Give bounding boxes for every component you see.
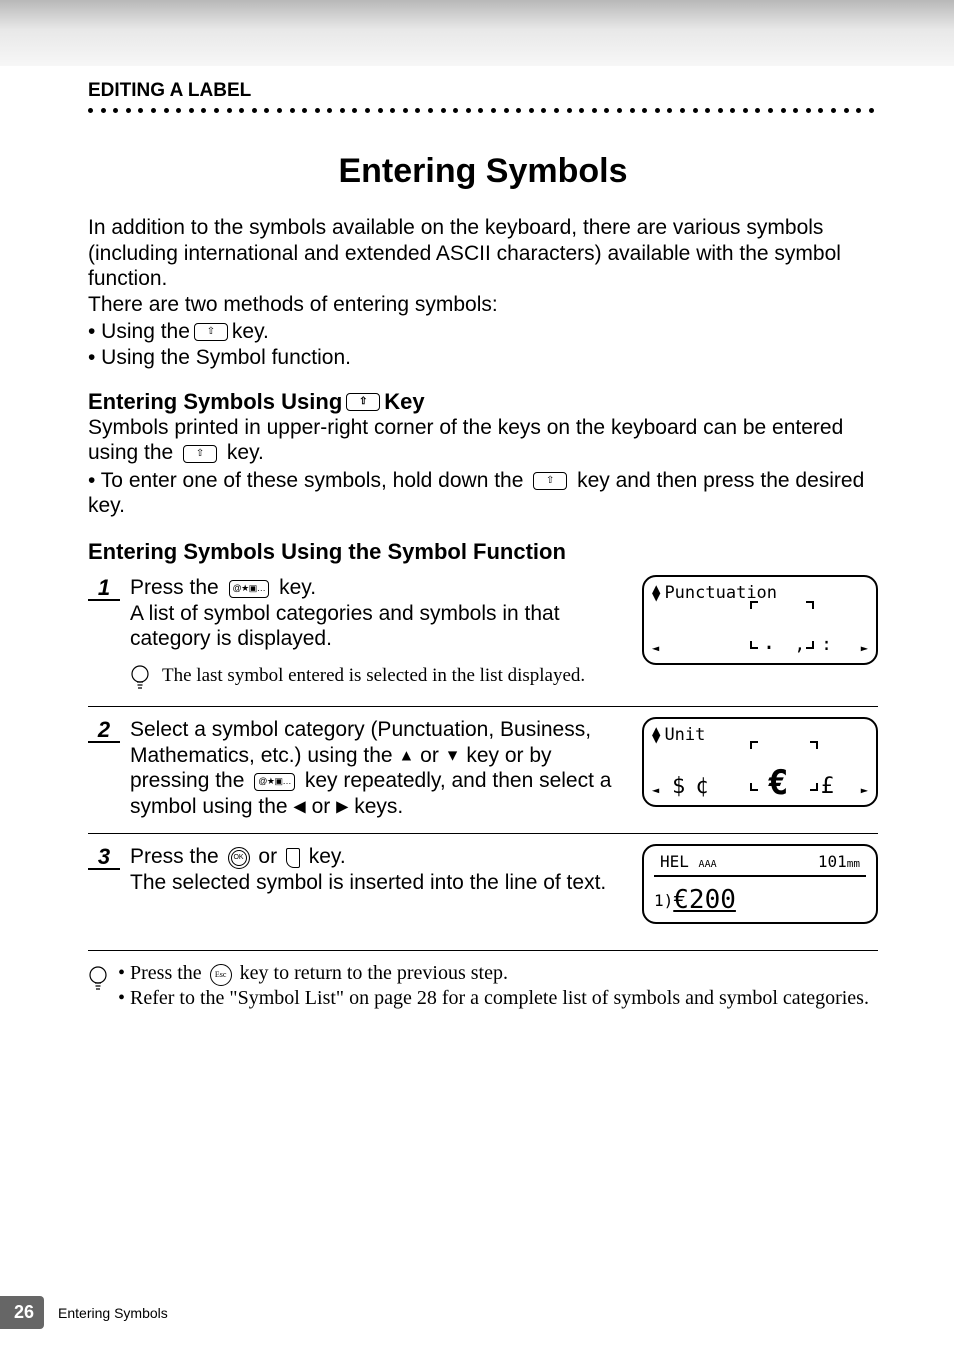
lcd-screen-1: ▲▼Punctuation ◄ . , : ► (642, 575, 878, 665)
intro-text: In addition to the symbols available on … (88, 215, 878, 371)
enter-key-icon (286, 848, 300, 868)
s3-a: Press the (130, 845, 225, 868)
footer: 26 Entering Symbols (0, 1296, 168, 1329)
lcd-screen-3: HEL AAA 101mm 1)€200 (642, 844, 878, 924)
symbol-key-icon: @★▣… (229, 580, 270, 598)
up-arrow-icon: ▲ (398, 747, 414, 764)
intro-b2: • Using the Symbol function. (88, 345, 351, 371)
bulb-icon (130, 664, 150, 692)
tip2: • Refer to the "Symbol List" on page 28 … (118, 986, 869, 1011)
s1-c: A list of symbol categories and symbols … (130, 602, 560, 651)
right-arrow-icon: ► (861, 641, 868, 655)
right-arrow-icon: ► (861, 783, 868, 797)
s3-c: key. (309, 845, 346, 868)
step-1-num: 1 (88, 575, 120, 601)
intro-b1a: • Using the (88, 319, 190, 345)
esc-key-icon: Esc (210, 964, 232, 986)
sym-dot: . (762, 630, 776, 655)
sym-colon: : (821, 634, 832, 655)
sub1-title-b: Key (384, 389, 424, 415)
sub1-body: Symbols printed in upper-right corner of… (88, 415, 878, 519)
shift-key-icon: ⇧ (346, 393, 380, 411)
s1-hint: The last symbol entered is selected in t… (162, 664, 585, 688)
subheading-shift-key: Entering Symbols Using ⇧ Key (88, 389, 878, 415)
tip1-b: key to return to the previous step. (240, 962, 508, 984)
sym-comma: , (794, 634, 805, 655)
updown-icon: ▲▼ (652, 727, 660, 744)
tips-block: • Press the Esc key to return to the pre… (88, 950, 878, 1011)
screen3-lineprefix: 1) (654, 891, 673, 910)
footer-text: Entering Symbols (58, 1305, 168, 1321)
s3-b: or (258, 845, 283, 868)
sym-pound: £ (821, 774, 834, 799)
sym-dollar: $ (672, 774, 685, 799)
symbol-key-icon: @★▣… (254, 773, 295, 791)
intro-p2: There are two methods of entering symbol… (88, 292, 878, 318)
step-3-num: 3 (88, 844, 120, 870)
shift-key-icon: ⇧ (183, 445, 217, 463)
s1-b: key. (279, 576, 316, 599)
tip1-a: • Press the (118, 962, 207, 984)
step-1: 1 Press the @★▣… key. A list of symbol c… (88, 565, 878, 707)
shift-key-icon: ⇧ (194, 323, 228, 341)
screen3-text: €200 (673, 885, 736, 915)
step-2: 2 Select a symbol category (Punctuation,… (88, 707, 878, 834)
s2-e: or (312, 795, 337, 818)
intro-b1b: key. (232, 319, 269, 345)
step-2-num: 2 (88, 717, 120, 743)
sub1-title-a: Entering Symbols Using (88, 389, 342, 415)
s1-a: Press the (130, 576, 225, 599)
s3-d: The selected symbol is inserted into the… (130, 871, 606, 894)
left-arrow-icon: ◄ (652, 783, 659, 797)
s2-f: keys. (354, 795, 403, 818)
right-arrow-icon: ▶ (336, 798, 348, 815)
ok-key-icon: OK (228, 847, 250, 869)
left-arrow-icon: ◄ (652, 641, 659, 655)
shift-key-icon: ⇧ (533, 472, 567, 490)
screen3-hel: HEL (660, 852, 689, 871)
updown-icon: ▲▼ (652, 585, 660, 602)
lcd-screen-2: ▲▼Unit ◄ $ ¢ € £ ► (642, 717, 878, 807)
separator-dots (88, 108, 878, 118)
sym-cent: ¢ (695, 774, 708, 799)
intro-p1: In addition to the symbols available on … (88, 215, 878, 292)
screen3-len: 101 (818, 852, 847, 871)
subheading-symbol-fn: Entering Symbols Using the Symbol Functi… (88, 539, 878, 565)
screen2-title: Unit (664, 725, 705, 745)
left-arrow-icon: ◀ (293, 798, 305, 815)
header-band (0, 0, 954, 66)
sym-euro: € (768, 763, 788, 803)
down-arrow-icon: ▼ (445, 747, 461, 764)
page-title: Entering Symbols (88, 152, 878, 191)
size-aaa-icon: AAA (699, 859, 717, 870)
bulb-icon (88, 965, 108, 993)
screen1-title: Punctuation (664, 583, 777, 603)
section-label: EDITING A LABEL (88, 80, 878, 102)
screen3-mm: mm (847, 857, 860, 870)
sub1-bullet-a: • To enter one of these symbols, hold do… (88, 469, 529, 492)
step-3: 3 Press the OK or key. The selected symb… (88, 834, 878, 946)
page-number: 26 (0, 1296, 44, 1329)
s2-b: or (420, 744, 445, 767)
sub1-line1b: key. (227, 441, 264, 464)
